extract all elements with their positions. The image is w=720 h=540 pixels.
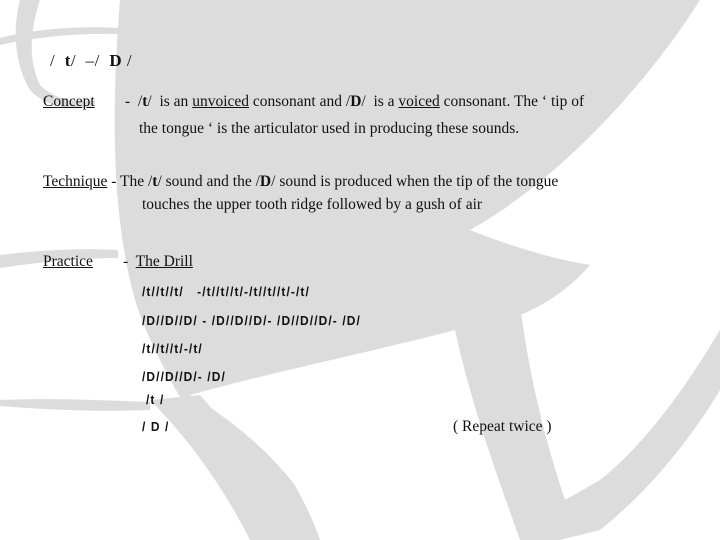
title-d-symbol: D (109, 51, 123, 70)
technique-text-1: - The (111, 173, 145, 190)
slide-content: / t/ –/ D / Concept - /t/ is an unvoiced… (0, 0, 720, 540)
drill-line: /t//t//t/ -/t//t//t/-/t//t//t/-/t/ (142, 284, 310, 299)
technique-text-3: sound is produced when the tip of the to… (279, 173, 559, 190)
voiced-term: voiced (398, 93, 440, 110)
practice-drill-title-row: - The Drill (123, 253, 193, 271)
slide-title: / t/ –/ D / (50, 51, 133, 70)
practice-heading: Practice (43, 253, 93, 270)
drill-line: /t//t//t/-/t/ (142, 341, 203, 356)
concept-d-symbol: D (350, 93, 362, 110)
concept-text-3: is a (373, 93, 395, 110)
drill-line: /t / (146, 392, 165, 407)
concept-label: Concept (43, 93, 95, 111)
drill-line: /D//D//D/- /D/ (142, 369, 226, 384)
title-t-symbol: t (64, 51, 71, 70)
concept-text-1: is an (159, 93, 189, 110)
concept-text-4: consonant. The ‘ tip of (443, 93, 585, 110)
technique-t-symbol: t (152, 173, 158, 190)
unvoiced-term: unvoiced (192, 93, 250, 110)
technique-text-2: sound and the (165, 173, 252, 190)
concept-line-2: the tongue ‘ is the articulator used in … (139, 120, 520, 137)
concept-text-2: consonant and (252, 93, 342, 110)
practice-label: Practice (43, 253, 93, 271)
concept-line-1: - /t/ is an unvoiced consonant and /D/ i… (125, 93, 585, 110)
practice-dash: - (123, 253, 129, 270)
technique-line-2: touches the upper tooth ridge followed b… (142, 196, 483, 213)
technique-line-1: Technique - The /t/ sound and the /D/ so… (43, 173, 559, 190)
drill-line: /D//D//D/ - /D//D//D/- /D//D//D/- /D/ (142, 313, 361, 328)
concept-t-symbol: t (142, 93, 148, 110)
repeat-note: ( Repeat twice ) (453, 418, 552, 435)
technique-heading: Technique (43, 173, 108, 190)
drill-line: / D / (142, 419, 170, 434)
drill-title: The Drill (135, 253, 193, 270)
concept-dash: - (125, 93, 131, 110)
concept-heading: Concept (43, 93, 95, 110)
title-dash: – (85, 51, 95, 70)
technique-d-symbol: D (259, 173, 272, 190)
